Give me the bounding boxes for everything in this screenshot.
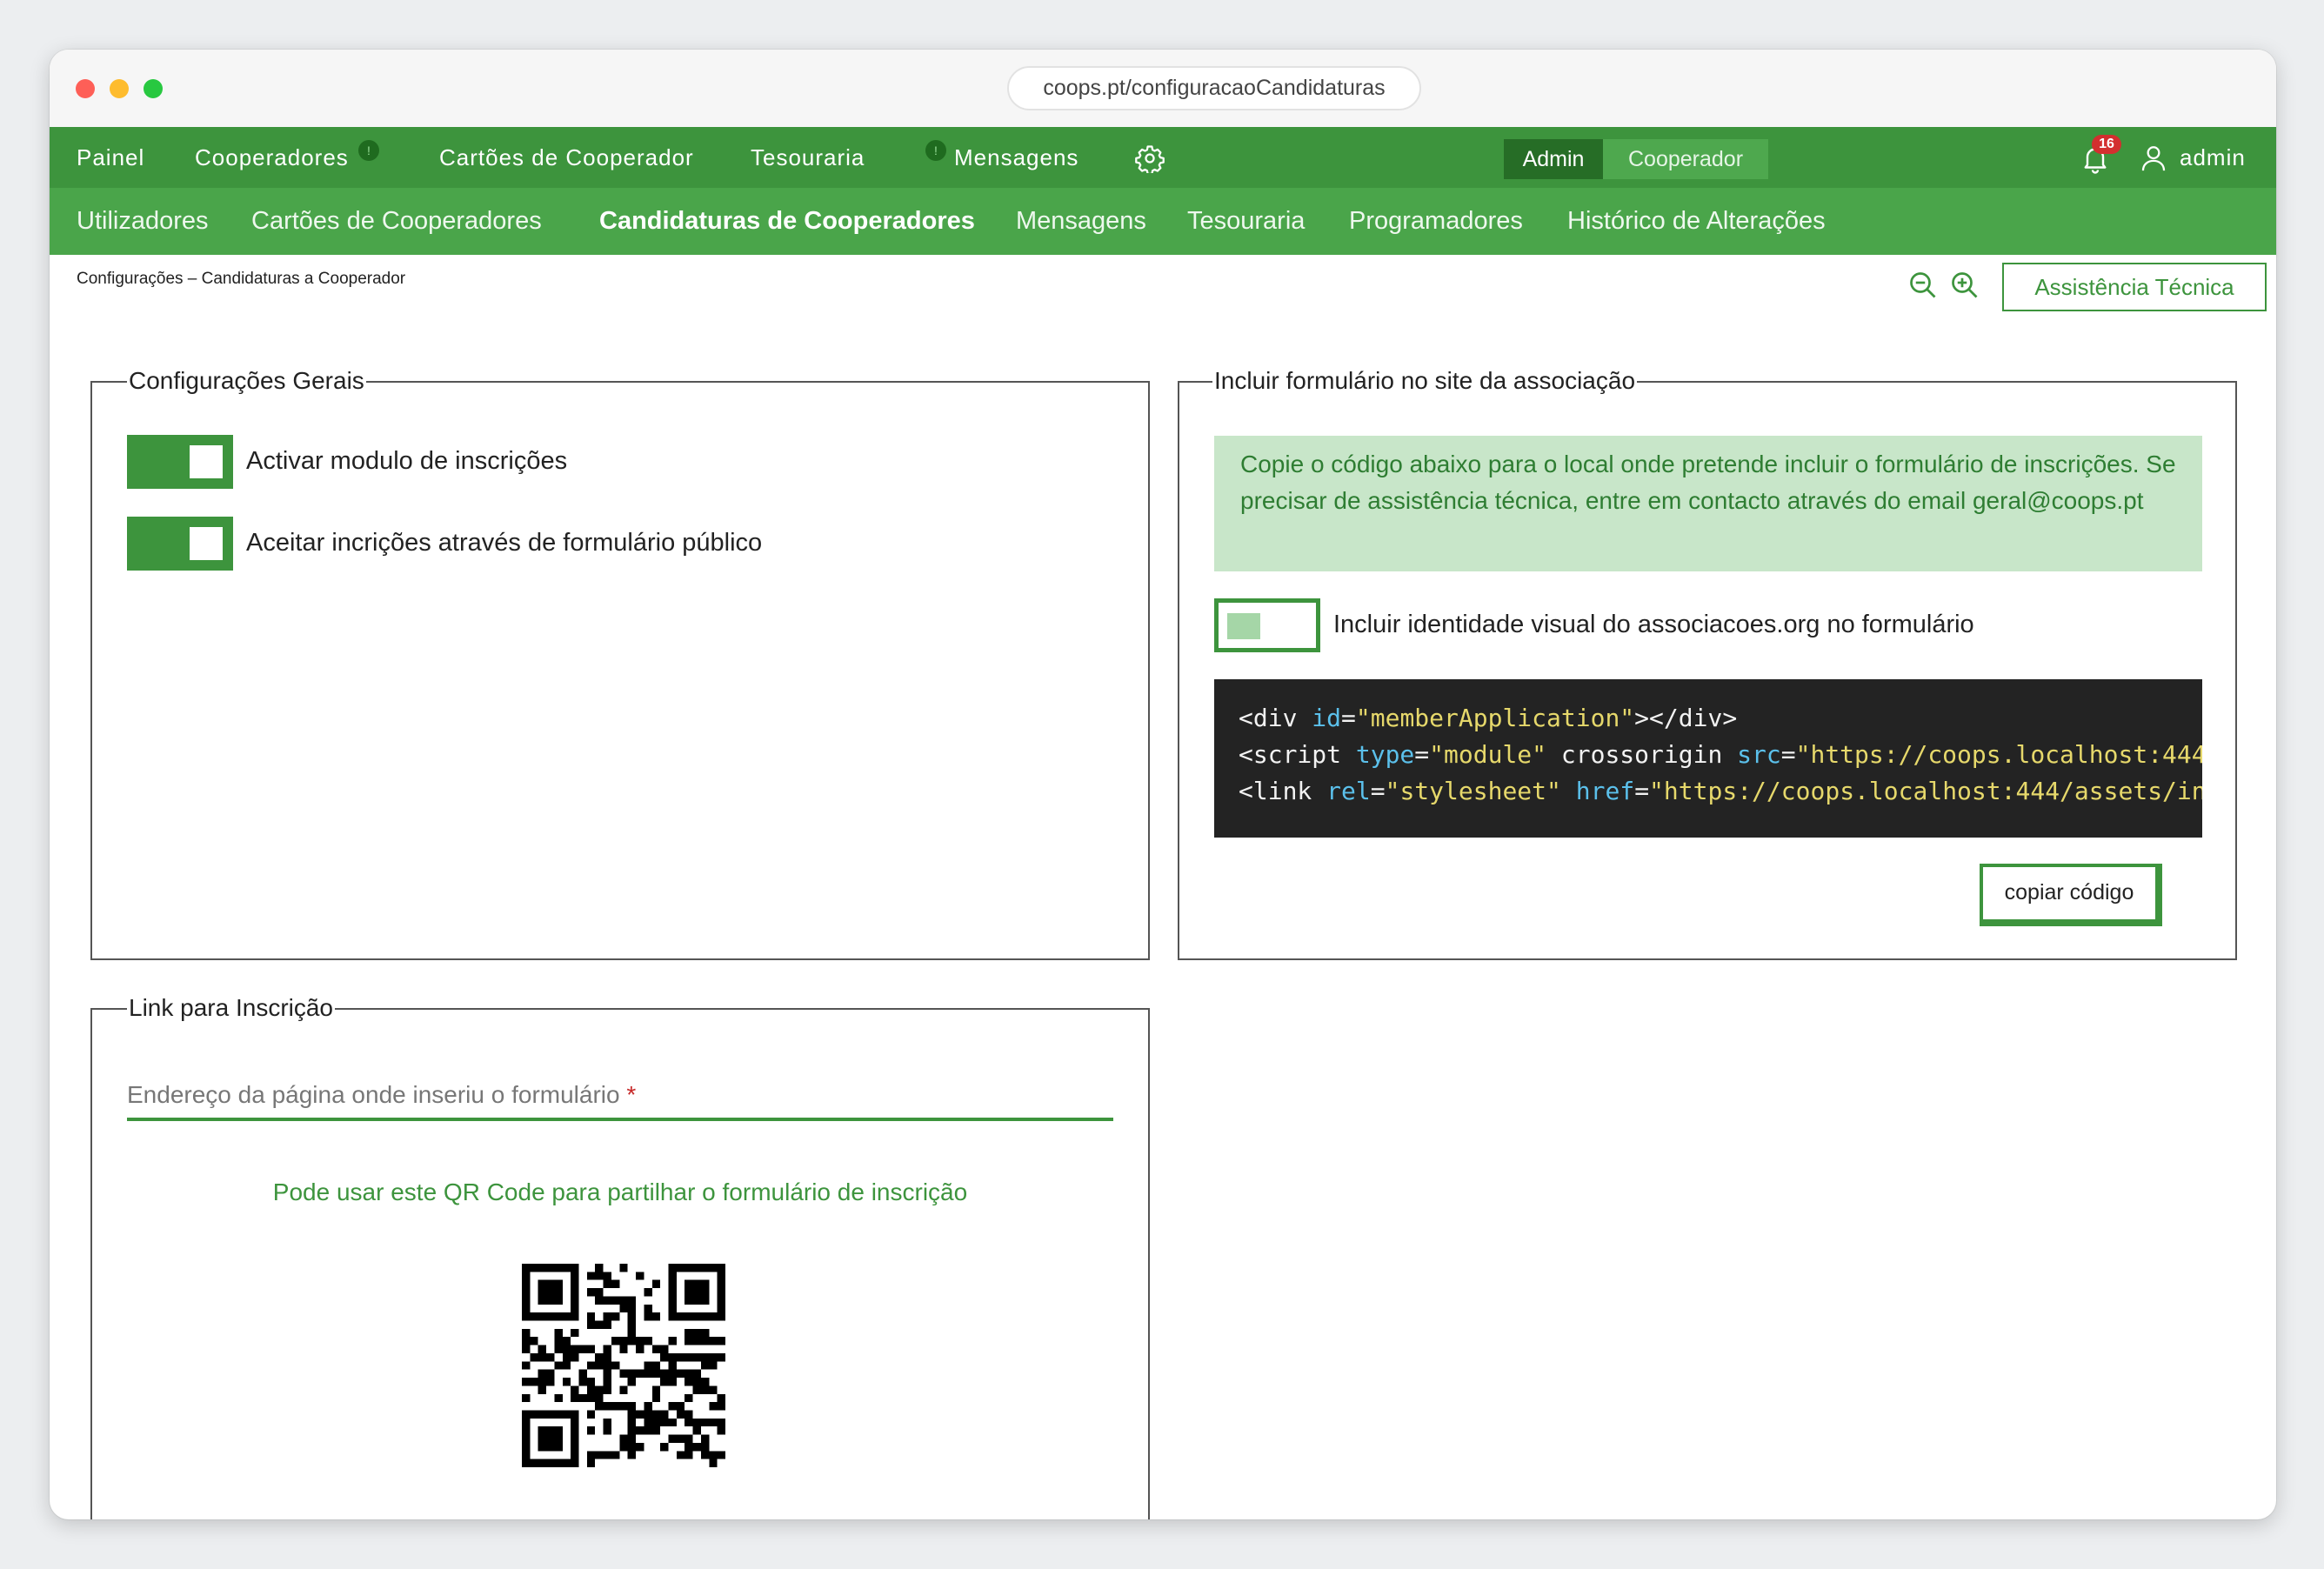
warning-badge: ! (358, 140, 379, 161)
zoom-out-icon[interactable] (1907, 270, 1939, 301)
code-line-1: <div id="memberApplication"></div> (1239, 704, 1738, 732)
address-bar[interactable]: coops.pt/configuracaoCandidaturas (1007, 66, 1421, 110)
general-settings-panel: Configurações Gerais Activar modulo de i… (90, 367, 1150, 960)
subnav-item-candidaturas[interactable]: Candidaturas de Cooperadores (599, 188, 975, 255)
visual-identity-toggle[interactable] (1214, 598, 1320, 652)
url-text: coops.pt/configuracaoCandidaturas (1043, 76, 1386, 100)
toggle-knob (190, 527, 223, 560)
cooperador-mode-button[interactable]: Cooperador (1603, 139, 1768, 179)
panel-title: Link para Inscrição (127, 994, 336, 1022)
nav-item-label: Cartões de Cooperador (439, 144, 694, 170)
breadcrumb: Configurações – Candidaturas a Cooperado… (77, 270, 406, 288)
settings-subnav: Utilizadores Cartões de Cooperadores Can… (50, 188, 2276, 255)
nav-item-cartoes[interactable]: Cartões de Cooperador (439, 127, 694, 188)
subnav-item-cartoes[interactable]: Cartões de Cooperadores (251, 188, 542, 255)
embed-info-message: Copie o código abaixo para o local onde … (1214, 436, 2202, 571)
browser-titlebar: coops.pt/configuracaoCandidaturas (50, 50, 2276, 127)
top-navigation: Painel Cooperadores ! Cartões de Coopera… (50, 127, 2276, 188)
subnav-item-utilizadores[interactable]: Utilizadores (77, 188, 209, 255)
qr-code-image (522, 1264, 725, 1467)
panel-title: Configurações Gerais (127, 367, 366, 395)
maximize-window-button[interactable] (144, 79, 163, 98)
technical-assistance-button[interactable]: Assistência Técnica (2002, 263, 2267, 311)
required-mark: * (626, 1081, 637, 1108)
input-placeholder: Endereço da página onde inseriu o formul… (127, 1081, 620, 1108)
copy-code-button[interactable]: copiar código (1980, 864, 2162, 926)
toggle-label: Aceitar incrições através de formulário … (246, 529, 763, 557)
minimize-window-button[interactable] (110, 79, 129, 98)
user-icon[interactable] (2139, 143, 2168, 174)
form-url-input[interactable]: Endereço da página onde inseriu o formul… (127, 1081, 636, 1109)
code-line-2: <script type="module" crossorigin src="h… (1239, 740, 2202, 769)
warning-badge: ! (925, 140, 946, 161)
toggle-label: Incluir identidade visual do associacoes… (1333, 611, 1974, 638)
subnav-item-programadores[interactable]: Programadores (1349, 188, 1523, 255)
qr-hint-text: Pode usar este QR Code para partilhar o … (272, 1178, 968, 1205)
nav-item-mensagens[interactable]: Mensagens (954, 127, 1079, 188)
nav-item-tesouraria[interactable]: Tesouraria (751, 127, 865, 188)
subnav-item-tesouraria[interactable]: Tesouraria (1187, 188, 1305, 255)
code-line-3: <link rel="stylesheet" href="https://coo… (1239, 777, 2202, 805)
nav-item-label: Mensagens (954, 144, 1079, 170)
admin-mode-button[interactable]: Admin (1504, 139, 1603, 179)
embed-form-panel: Incluir formulário no site da associação… (1178, 367, 2237, 960)
user-menu[interactable]: admin (2180, 127, 2246, 188)
embed-code-block[interactable]: <div id="memberApplication"></div> <scrip… (1214, 679, 2202, 838)
nav-item-label: Tesouraria (751, 144, 865, 170)
panel-title: Incluir formulário no site da associação (1212, 367, 1638, 395)
subnav-item-historico[interactable]: Histórico de Alterações (1567, 188, 1826, 255)
close-window-button[interactable] (76, 79, 95, 98)
toggle-knob (1227, 613, 1260, 639)
public-form-toggle[interactable] (127, 517, 233, 571)
nav-item-painel[interactable]: Painel (77, 127, 144, 188)
input-underline (127, 1118, 1113, 1121)
zoom-in-icon[interactable] (1949, 270, 1980, 301)
toggle-label: Activar modulo de inscrições (246, 447, 568, 475)
gear-icon[interactable] (1135, 144, 1165, 173)
toggle-knob (190, 445, 223, 478)
nav-item-cooperadores[interactable]: Cooperadores (195, 127, 349, 188)
nav-item-label: Painel (77, 144, 145, 170)
signup-link-panel: Link para Inscrição Endereço da página o… (90, 994, 1150, 1519)
activate-module-toggle[interactable] (127, 435, 233, 489)
notification-count-badge: 16 (2092, 135, 2121, 154)
nav-item-label: Cooperadores (195, 144, 349, 170)
subnav-item-mensagens[interactable]: Mensagens (1016, 188, 1146, 255)
browser-window: coops.pt/configuracaoCandidaturas Painel… (50, 50, 2276, 1519)
